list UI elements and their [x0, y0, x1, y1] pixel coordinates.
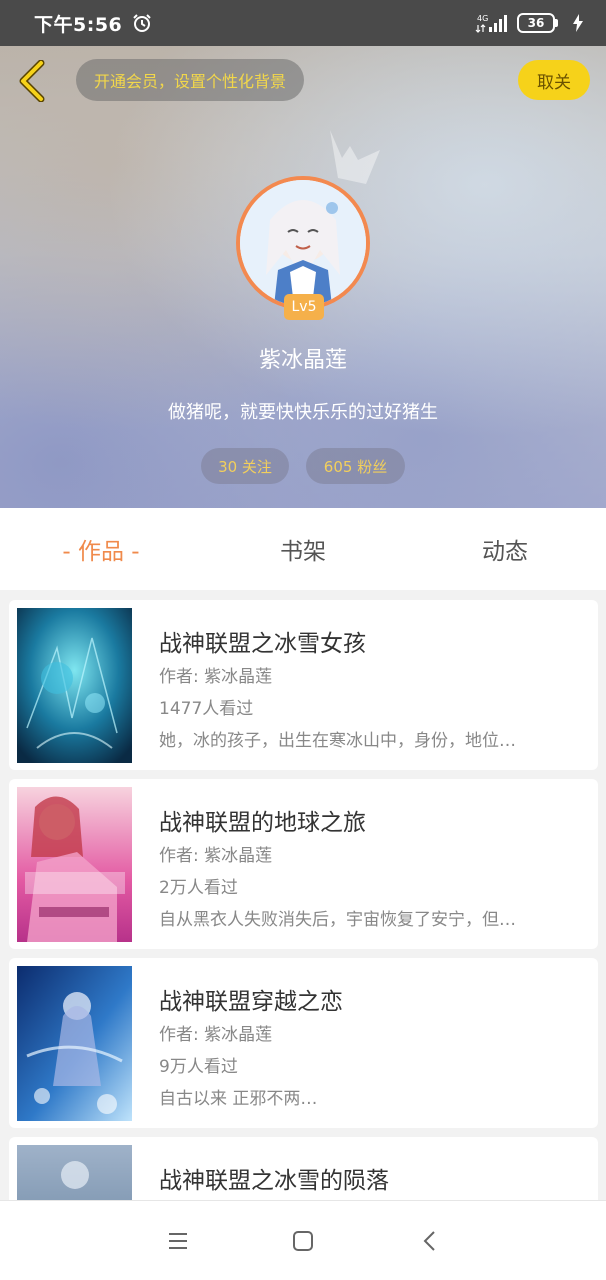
work-author: 作者: 紫冰晶莲: [159, 846, 273, 866]
work-views: 2万人看过: [159, 878, 238, 898]
menu-icon[interactable]: [164, 1227, 192, 1255]
tab-works[interactable]: - 作品 -: [0, 532, 202, 566]
status-bar: 下午5:56 4G 36: [0, 0, 606, 46]
avatar-container[interactable]: Lv5: [236, 176, 370, 320]
work-description: 她，冰的孩子，出生在寒冰山中，身份，地位…: [159, 731, 516, 751]
following-count[interactable]: 30 关注: [201, 448, 289, 484]
chevron-left-icon: [19, 60, 45, 102]
work-card[interactable]: 战神联盟穿越之恋 作者: 紫冰晶莲 9万人看过 自古以来 正邪不两…: [9, 958, 598, 1128]
work-card[interactable]: 战神联盟之冰雪女孩 作者: 紫冰晶莲 1477人看过 她，冰的孩子，出生在寒冰山…: [9, 600, 598, 770]
svg-text:4G: 4G: [477, 14, 488, 23]
avatar[interactable]: [236, 176, 370, 310]
profile-tabs: - 作品 - 书架 动态: [0, 508, 606, 590]
charging-icon: [573, 14, 583, 32]
book-cover: [17, 608, 132, 763]
user-bio: 做猪呢，就要快快乐乐的过好猪生: [168, 402, 438, 423]
avatar-image: [240, 180, 366, 306]
status-time: 下午5:56: [34, 13, 123, 36]
work-card[interactable]: 战神联盟之冰雪的陨落: [9, 1137, 598, 1200]
alarm-icon: [133, 14, 151, 32]
tab-bookshelf[interactable]: 书架: [202, 532, 404, 566]
fans-count[interactable]: 605 粉丝: [306, 448, 405, 484]
vip-banner[interactable]: 开通会员，设置个性化背景: [76, 59, 305, 101]
username: 紫冰晶莲: [258, 348, 347, 373]
tab-activity[interactable]: 动态: [404, 532, 606, 566]
work-title: 战神联盟之冰雪的陨落: [159, 1168, 389, 1194]
work-description: 自从黑衣人失败消失后，宇宙恢复了安宁，但…: [159, 910, 516, 930]
unfollow-button[interactable]: 取关: [518, 60, 590, 100]
work-views: 1477人看过: [159, 699, 254, 719]
work-title: 战神联盟的地球之旅: [159, 810, 366, 836]
level-badge: Lv5: [284, 294, 324, 320]
profile-header: 开通会员，设置个性化背景 取关 Lv5 紫冰晶莲 做猪呢，就要快快乐乐的过好猪生…: [0, 46, 606, 508]
work-views: 9万人看过: [159, 1057, 238, 1077]
system-nav-bar: [0, 1200, 606, 1280]
work-title: 战神联盟穿越之恋: [159, 989, 343, 1015]
book-cover: [17, 966, 132, 1121]
back-button[interactable]: [14, 58, 50, 104]
work-description: 自古以来 正邪不两…: [159, 1089, 318, 1109]
battery-indicator: 36: [517, 13, 558, 33]
signal-icon: 4G: [475, 14, 507, 33]
book-cover: [17, 787, 132, 942]
works-list: 战神联盟之冰雪女孩 作者: 紫冰晶莲 1477人看过 她，冰的孩子，出生在寒冰山…: [0, 590, 606, 1200]
back-nav-icon[interactable]: [416, 1227, 444, 1255]
work-title: 战神联盟之冰雪女孩: [159, 631, 366, 657]
home-icon[interactable]: [289, 1227, 317, 1255]
work-author: 作者: 紫冰晶莲: [159, 1025, 273, 1045]
book-cover: [17, 1145, 132, 1200]
work-author: 作者: 紫冰晶莲: [159, 667, 273, 687]
work-card[interactable]: 战神联盟的地球之旅 作者: 紫冰晶莲 2万人看过 自从黑衣人失败消失后，宇宙恢复…: [9, 779, 598, 949]
